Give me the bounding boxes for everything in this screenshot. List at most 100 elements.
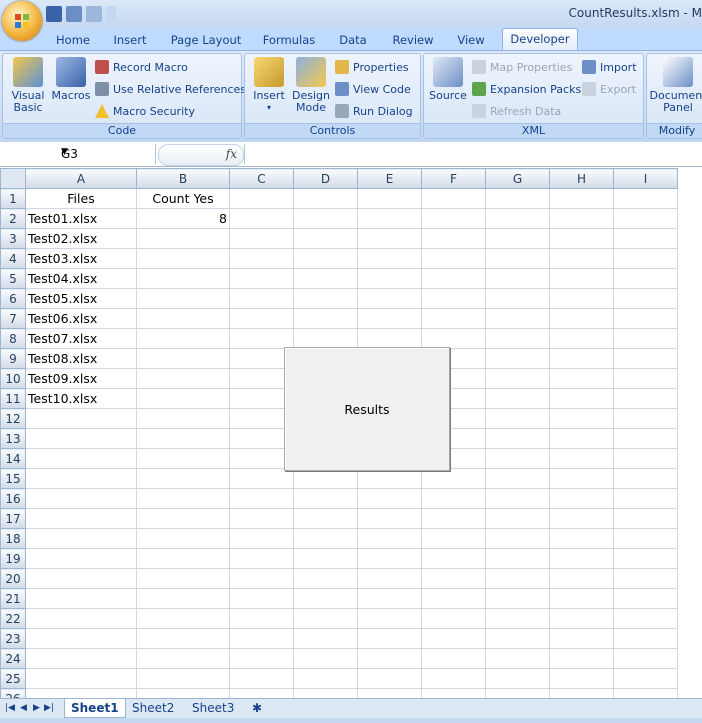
cell[interactable] <box>229 328 294 349</box>
column-header[interactable]: D <box>293 168 358 189</box>
cell[interactable] <box>549 328 614 349</box>
cell[interactable] <box>549 568 614 589</box>
cell-a[interactable]: Test06.xlsx <box>25 308 137 329</box>
cell[interactable] <box>485 368 550 389</box>
cell[interactable] <box>613 448 678 469</box>
cell[interactable] <box>613 488 678 509</box>
cell[interactable] <box>357 328 422 349</box>
row-header[interactable]: 24 <box>0 648 26 669</box>
cell[interactable] <box>229 688 294 698</box>
cell[interactable] <box>357 628 422 649</box>
column-header[interactable]: B <box>136 168 230 189</box>
cell[interactable] <box>357 508 422 529</box>
cell-a[interactable] <box>25 548 137 569</box>
cell-a[interactable]: Test05.xlsx <box>25 288 137 309</box>
cell[interactable] <box>613 508 678 529</box>
cell[interactable] <box>549 308 614 329</box>
cell[interactable] <box>485 188 550 209</box>
cell[interactable] <box>357 548 422 569</box>
cell-a[interactable] <box>25 608 137 629</box>
cell[interactable] <box>613 468 678 489</box>
row-header[interactable]: 10 <box>0 368 26 389</box>
cell[interactable] <box>485 668 550 689</box>
document-panel-button[interactable]: Document Panel <box>649 57 702 114</box>
cell[interactable] <box>229 608 294 629</box>
tab-formulas[interactable]: Formulas <box>258 30 320 50</box>
cell[interactable] <box>485 528 550 549</box>
tab-view[interactable]: View <box>450 30 492 50</box>
row-header[interactable]: 20 <box>0 568 26 589</box>
cell[interactable] <box>549 488 614 509</box>
properties-button[interactable]: Properties <box>335 58 409 76</box>
row-header[interactable]: 1 <box>0 188 26 209</box>
cell[interactable] <box>421 628 486 649</box>
cell[interactable] <box>613 188 678 209</box>
cell[interactable] <box>613 648 678 669</box>
office-button[interactable] <box>2 1 42 41</box>
cell[interactable] <box>549 188 614 209</box>
tab-developer[interactable]: Developer <box>502 28 578 50</box>
cell[interactable] <box>485 228 550 249</box>
cell-b[interactable] <box>136 668 230 689</box>
cell[interactable] <box>485 628 550 649</box>
insert-control-button[interactable]: Insert ▾ <box>249 57 289 114</box>
cell[interactable] <box>357 248 422 269</box>
cell[interactable] <box>613 248 678 269</box>
cell[interactable] <box>421 688 486 698</box>
cell[interactable] <box>421 588 486 609</box>
sheet-tab-sheet2[interactable]: Sheet2 <box>126 699 180 717</box>
column-header[interactable]: H <box>549 168 614 189</box>
cell[interactable] <box>421 328 486 349</box>
cell[interactable] <box>613 228 678 249</box>
sheet-tab-sheet1[interactable]: Sheet1 <box>64 699 126 718</box>
cell[interactable] <box>229 628 294 649</box>
refresh-data-button[interactable]: Refresh Data <box>472 102 561 120</box>
cell[interactable] <box>549 688 614 698</box>
tab-home[interactable]: Home <box>50 30 96 50</box>
insert-sheet-icon[interactable]: ✱ <box>246 699 272 717</box>
cell[interactable] <box>357 188 422 209</box>
cell-b[interactable] <box>136 328 230 349</box>
cell[interactable] <box>613 388 678 409</box>
row-header[interactable]: 2 <box>0 208 26 229</box>
view-code-button[interactable]: View Code <box>335 80 411 98</box>
cell[interactable] <box>613 408 678 429</box>
row-header[interactable]: 23 <box>0 628 26 649</box>
cell-a[interactable] <box>25 468 137 489</box>
cell[interactable] <box>613 548 678 569</box>
row-header[interactable]: 18 <box>0 528 26 549</box>
cell-a[interactable] <box>25 648 137 669</box>
cell-b[interactable] <box>136 268 230 289</box>
cell[interactable] <box>613 288 678 309</box>
cell[interactable] <box>421 668 486 689</box>
cell-a[interactable] <box>25 428 137 449</box>
tab-review[interactable]: Review <box>386 30 440 50</box>
cell[interactable] <box>549 388 614 409</box>
cell[interactable] <box>421 548 486 569</box>
cell[interactable] <box>293 308 358 329</box>
macro-security-button[interactable]: Macro Security <box>95 102 195 120</box>
cell[interactable] <box>293 208 358 229</box>
cell[interactable] <box>293 568 358 589</box>
cell[interactable] <box>293 548 358 569</box>
cell[interactable] <box>357 648 422 669</box>
cell[interactable] <box>229 588 294 609</box>
row-header[interactable]: 22 <box>0 608 26 629</box>
cell[interactable] <box>549 588 614 609</box>
use-relative-references-button[interactable]: Use Relative References <box>95 80 246 98</box>
cell[interactable] <box>421 188 486 209</box>
cell[interactable] <box>485 428 550 449</box>
cell-a[interactable] <box>25 588 137 609</box>
cell-b[interactable]: Count Yes <box>136 188 230 209</box>
cell[interactable] <box>613 628 678 649</box>
cell-b[interactable] <box>136 348 230 369</box>
row-header[interactable]: 7 <box>0 308 26 329</box>
cell[interactable] <box>549 228 614 249</box>
cell[interactable] <box>549 408 614 429</box>
cell[interactable] <box>357 528 422 549</box>
cell[interactable] <box>421 568 486 589</box>
last-sheet-icon[interactable]: ▶| <box>44 703 54 713</box>
macros-button[interactable]: Macros <box>51 57 91 102</box>
row-header[interactable]: 15 <box>0 468 26 489</box>
cell[interactable] <box>549 468 614 489</box>
